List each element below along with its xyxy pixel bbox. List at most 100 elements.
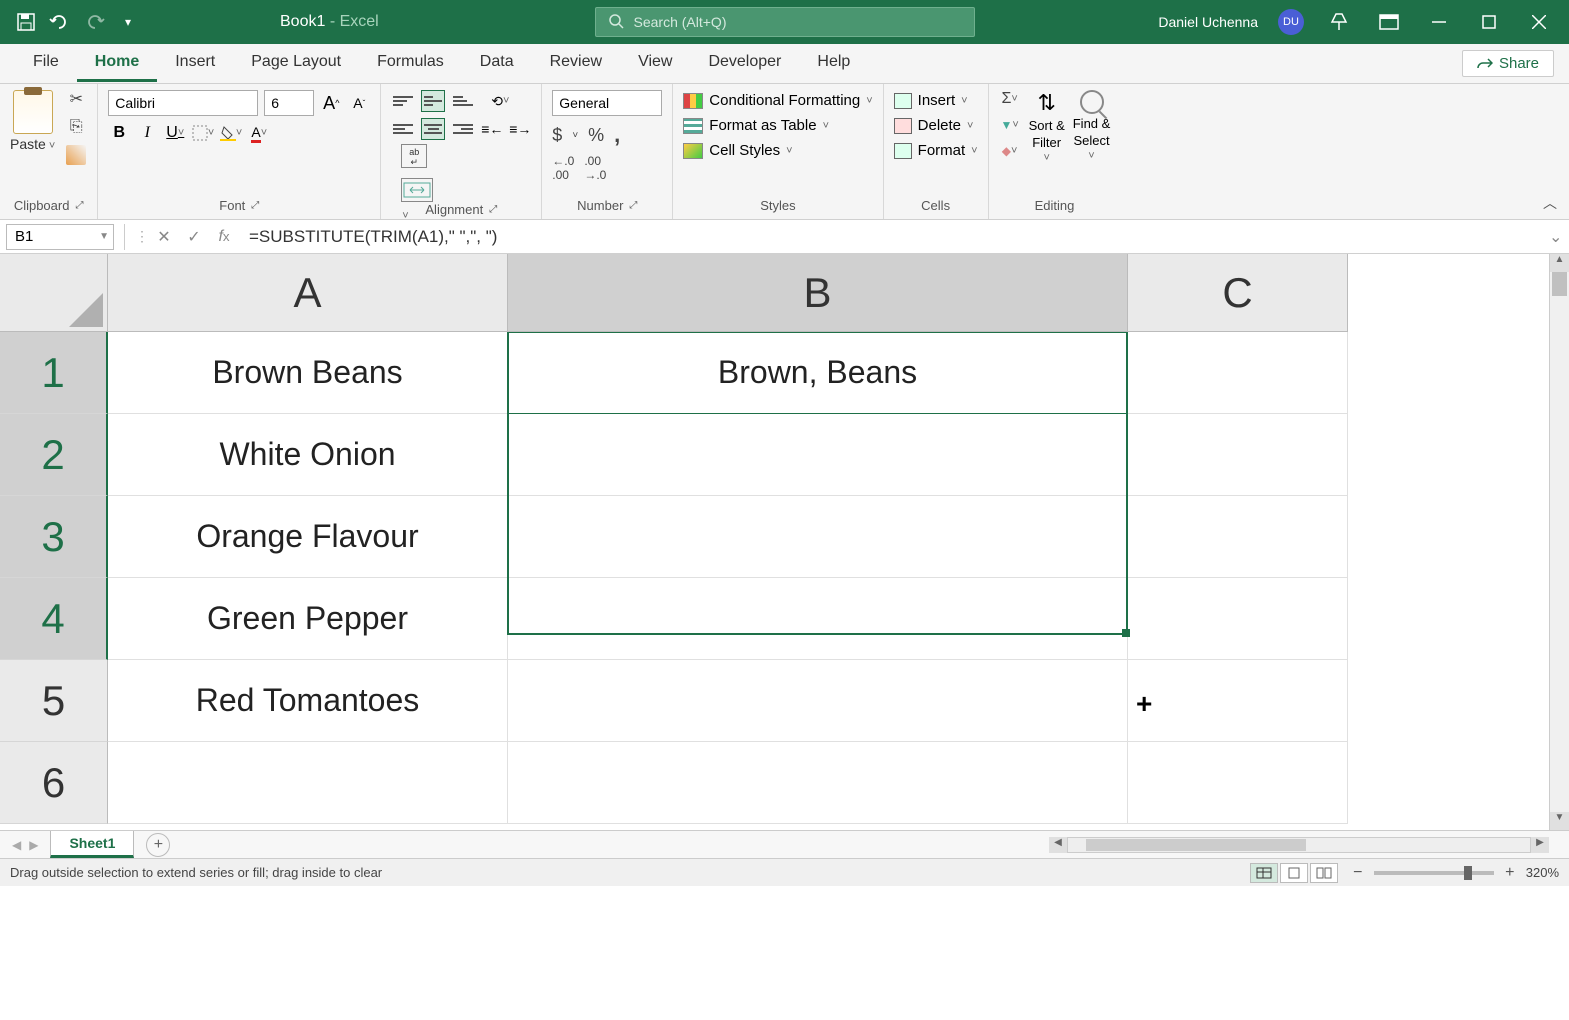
merge-icon[interactable] <box>401 178 433 202</box>
tab-file[interactable]: File <box>15 45 77 82</box>
cell-C3[interactable] <box>1128 496 1348 578</box>
cell-styles-button[interactable]: Cell Styles <box>683 142 792 159</box>
zoom-out-button[interactable]: − <box>1350 864 1366 882</box>
tab-help[interactable]: Help <box>799 45 868 82</box>
alignment-launcher-icon[interactable]: ⤢ <box>489 204 497 215</box>
tab-page-layout[interactable]: Page Layout <box>233 45 359 82</box>
clear-icon[interactable] <box>999 142 1021 160</box>
tab-view[interactable]: View <box>620 45 690 82</box>
increase-decimal-icon[interactable]: ←.0.00 <box>552 154 574 182</box>
row-header-4[interactable]: 4 <box>0 578 108 660</box>
sort-filter-button[interactable]: ⇅ Sort & Filter <box>1029 90 1065 164</box>
cell-A1[interactable]: Brown Beans <box>108 332 508 414</box>
formula-input[interactable]: =SUBSTITUTE(TRIM(A1)," ",", ") <box>239 227 1549 247</box>
font-launcher-icon[interactable]: ⤢ <box>251 200 259 211</box>
row-header-1[interactable]: 1 <box>0 332 108 414</box>
wrap-text-icon[interactable]: ab↵ <box>401 144 427 168</box>
cell-C6[interactable] <box>1128 742 1348 824</box>
cell-A4[interactable]: Green Pepper <box>108 578 508 660</box>
cell-A5[interactable]: Red Tomantoes <box>108 660 508 742</box>
italic-button[interactable]: I <box>136 122 158 144</box>
autosum-icon[interactable] <box>999 90 1021 108</box>
insert-function-icon[interactable]: fx <box>213 226 235 248</box>
share-button[interactable]: Share <box>1462 50 1554 77</box>
borders-icon[interactable] <box>192 122 214 144</box>
horizontal-scrollbar[interactable]: ◀ ▶ <box>1049 836 1549 854</box>
row-header-3[interactable]: 3 <box>0 496 108 578</box>
find-select-button[interactable]: Find & Select <box>1073 90 1111 162</box>
format-cells-button[interactable]: Format <box>894 142 978 159</box>
select-all-corner[interactable] <box>0 254 108 332</box>
clipboard-launcher-icon[interactable]: ⤢ <box>75 200 83 211</box>
fill-color-icon[interactable] <box>220 122 242 144</box>
decrease-font-icon[interactable]: Aˇ <box>348 92 370 114</box>
cell-A6[interactable] <box>108 742 508 824</box>
zoom-level[interactable]: 320% <box>1526 865 1559 880</box>
maximize-icon[interactable] <box>1474 7 1504 37</box>
align-right-icon[interactable] <box>451 118 475 140</box>
tab-home[interactable]: Home <box>77 45 157 82</box>
expand-formula-icon[interactable]: ⌄ <box>1549 227 1569 247</box>
sheet-nav-prev-icon[interactable]: ◀ <box>12 838 21 852</box>
row-header-2[interactable]: 2 <box>0 414 108 496</box>
cell-A3[interactable]: Orange Flavour <box>108 496 508 578</box>
fill-icon[interactable] <box>999 116 1021 134</box>
delete-cells-button[interactable]: Delete <box>894 117 974 134</box>
coming-soon-icon[interactable] <box>1324 7 1354 37</box>
align-top-icon[interactable] <box>391 90 415 112</box>
format-painter-icon[interactable] <box>65 146 87 164</box>
collapse-ribbon-icon[interactable]: ︿ <box>1543 193 1557 213</box>
page-layout-view-icon[interactable] <box>1280 863 1308 883</box>
increase-font-icon[interactable]: A^ <box>320 92 342 114</box>
save-icon[interactable] <box>15 11 37 33</box>
cell-B5[interactable] <box>508 660 1128 742</box>
undo-icon[interactable] <box>49 11 71 33</box>
number-format-select[interactable] <box>552 90 662 116</box>
underline-button[interactable]: U <box>164 122 186 144</box>
ribbon-display-icon[interactable] <box>1374 7 1404 37</box>
zoom-in-button[interactable]: + <box>1502 864 1518 882</box>
qat-customize-icon[interactable]: ▾ <box>117 11 139 33</box>
decrease-indent-icon[interactable]: ≡← <box>481 118 503 140</box>
tab-developer[interactable]: Developer <box>690 45 799 82</box>
col-header-C[interactable]: C <box>1128 254 1348 332</box>
name-box[interactable]: B1▼ <box>6 224 114 250</box>
scroll-right-icon[interactable]: ▶ <box>1531 837 1549 853</box>
copy-icon[interactable] <box>65 118 87 136</box>
cell-A2[interactable]: White Onion <box>108 414 508 496</box>
tab-review[interactable]: Review <box>532 45 620 82</box>
user-name[interactable]: Daniel Uchenna <box>1158 14 1258 30</box>
number-launcher-icon[interactable]: ⤢ <box>629 200 637 211</box>
bold-button[interactable]: B <box>108 122 130 144</box>
tab-insert[interactable]: Insert <box>157 45 233 82</box>
cut-icon[interactable] <box>65 90 87 108</box>
cell-C5[interactable] <box>1128 660 1348 742</box>
insert-cells-button[interactable]: Insert <box>894 92 968 109</box>
add-sheet-button[interactable]: + <box>146 833 170 857</box>
close-icon[interactable] <box>1524 7 1554 37</box>
align-center-icon[interactable] <box>421 118 445 140</box>
cell-C1[interactable] <box>1128 332 1348 414</box>
font-size-select[interactable] <box>264 90 314 116</box>
increase-indent-icon[interactable]: ≡→ <box>509 118 531 140</box>
tab-formulas[interactable]: Formulas <box>359 45 462 82</box>
comma-icon[interactable]: , <box>614 122 620 148</box>
cell-B3[interactable] <box>508 496 1128 578</box>
zoom-thumb[interactable] <box>1464 866 1472 880</box>
avatar[interactable]: DU <box>1278 9 1304 35</box>
scroll-down-icon[interactable]: ▼ <box>1550 812 1569 830</box>
tab-data[interactable]: Data <box>462 45 532 82</box>
cell-C2[interactable] <box>1128 414 1348 496</box>
sheet-tab[interactable]: Sheet1 <box>50 831 134 858</box>
conditional-formatting-button[interactable]: Conditional Formatting <box>683 92 872 109</box>
scroll-left-icon[interactable]: ◀ <box>1049 837 1067 853</box>
cell-B2[interactable] <box>508 414 1128 496</box>
minimize-icon[interactable] <box>1424 7 1454 37</box>
redo-icon[interactable] <box>83 11 105 33</box>
font-color-icon[interactable]: A <box>248 122 270 144</box>
cell-B6[interactable] <box>508 742 1128 824</box>
sheet-nav-next-icon[interactable]: ▶ <box>29 838 38 852</box>
zoom-slider[interactable] <box>1374 871 1494 875</box>
name-box-dropdown-icon[interactable]: ▼ <box>99 231 109 242</box>
scroll-up-icon[interactable]: ▲ <box>1550 254 1569 272</box>
